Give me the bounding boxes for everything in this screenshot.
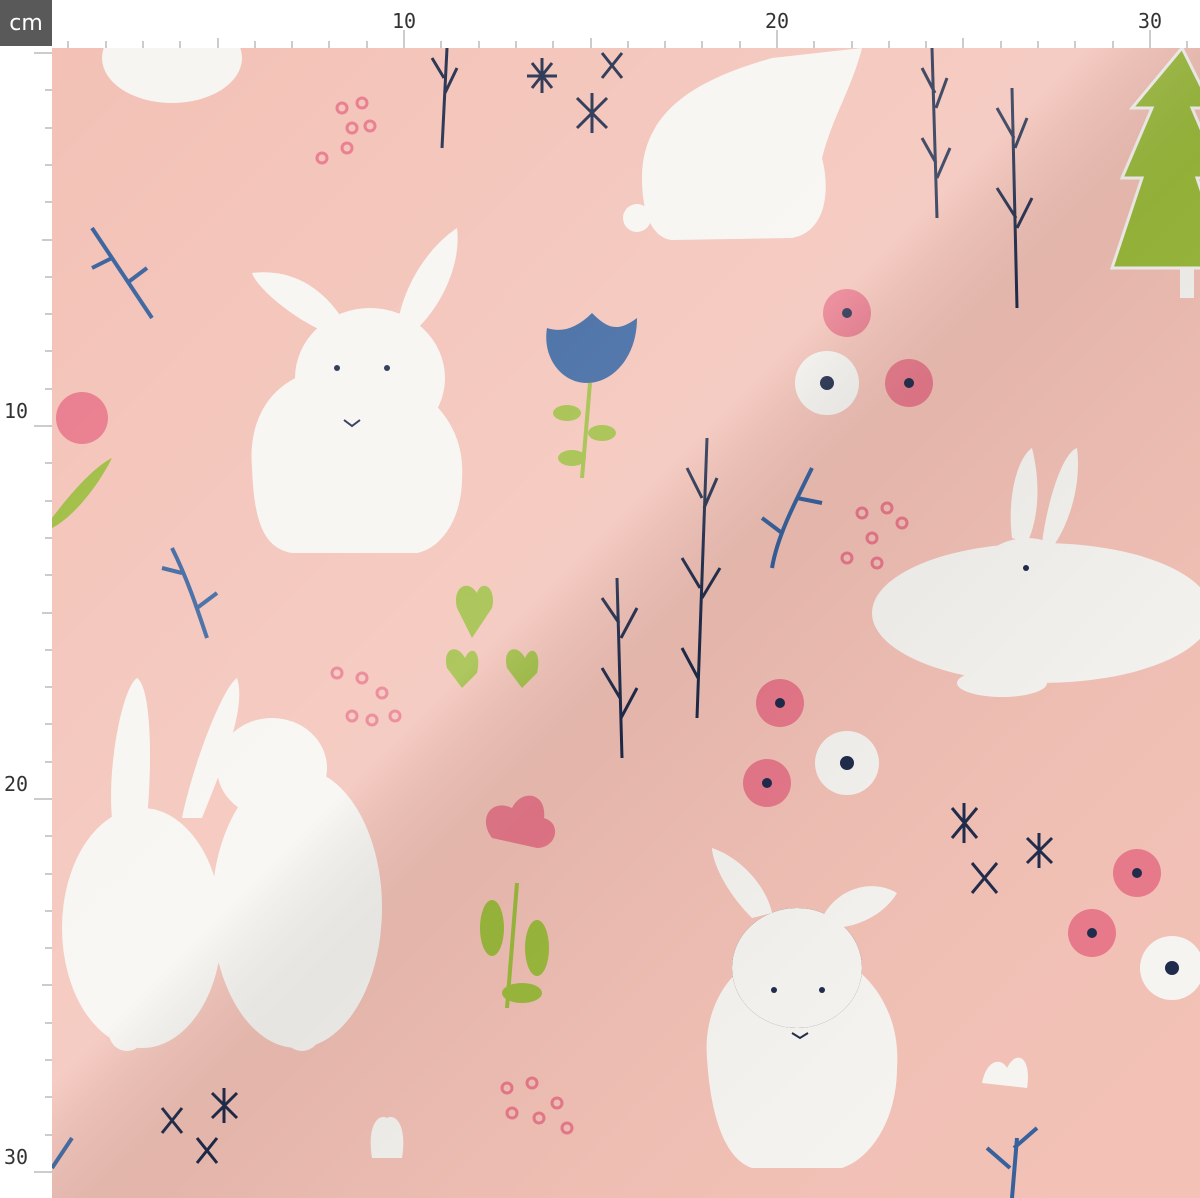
fabric-fold-shading: [52, 48, 1200, 1198]
bunny-pattern: [52, 48, 1200, 1198]
left-ruler-svg: 10 20 30: [4, 52, 52, 1173]
left-label-10: 10: [4, 399, 28, 423]
left-label-30: 30: [4, 1145, 28, 1169]
fabric-swatch: [52, 48, 1200, 1198]
top-ruler-ticks: [67, 30, 1188, 48]
top-ruler: 10 20 30: [52, 0, 1200, 48]
top-ruler-svg: 10 20 30: [67, 9, 1188, 48]
top-label-10: 10: [392, 9, 416, 33]
left-label-20: 20: [4, 772, 28, 796]
left-ruler-ticks: [34, 52, 52, 1173]
left-ruler: 10 20 30: [0, 48, 52, 1198]
unit-label: cm: [0, 0, 52, 46]
top-label-30: 30: [1138, 9, 1162, 33]
top-label-20: 20: [765, 9, 789, 33]
